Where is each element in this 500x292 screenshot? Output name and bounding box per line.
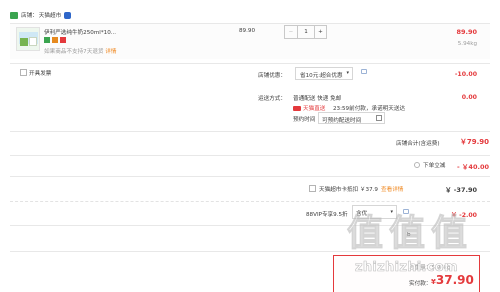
store-icon xyxy=(10,11,18,19)
card-discount-label: 天猫超市卡抵扣 ￥37.9 xyxy=(319,187,378,193)
card-discount-detail-link[interactable]: 查看详情 xyxy=(381,185,403,193)
store-promo-select[interactable]: 省10元:超合优惠 ▾ xyxy=(295,67,353,80)
invoice-checkbox[interactable] xyxy=(20,69,27,76)
calendar-icon[interactable] xyxy=(376,115,382,121)
vip-discount-label: 88VIP专享9.5折 xyxy=(306,212,348,218)
appointment-time-placeholder: 可预约配送时间 xyxy=(322,118,362,124)
note-suffix: 不支持7天退货 xyxy=(66,49,104,55)
instant-discount-check-icon xyxy=(414,162,420,168)
card-discount-amount: ￥ -37.90 xyxy=(444,186,477,194)
product-thumbnail[interactable] xyxy=(16,27,40,51)
store-label: 店铺： xyxy=(21,13,38,19)
store-name-link[interactable]: 天猫超市 xyxy=(39,11,61,19)
service-badges xyxy=(44,37,66,43)
product-title-link[interactable]: 伊利严选纯牛奶250ml*10... xyxy=(44,28,116,36)
quantity-plus-button[interactable]: + xyxy=(314,26,326,38)
store-header: 店铺： 天猫超市 xyxy=(10,9,72,21)
chat-icon[interactable] xyxy=(64,11,72,19)
paid-label: 实付款： xyxy=(409,281,432,287)
quantity-minus-button[interactable]: − xyxy=(285,26,298,38)
invoice-label: 开具发票 xyxy=(29,71,52,77)
return-detail-link[interactable]: 详情 xyxy=(105,49,116,55)
watermark-site: zhizhizhi.com xyxy=(355,260,458,276)
store-total-label: 店铺合计(含运费) xyxy=(396,141,440,147)
instant-discount-label: 下单立减 xyxy=(423,163,446,169)
item-weight: 5.94kg xyxy=(457,41,477,47)
watermark-char: 值 xyxy=(346,213,384,254)
promo-info-icon[interactable] xyxy=(361,69,367,74)
watermark-logo: 值 值 值 xyxy=(346,213,468,254)
note-prefix: 如果商品 xyxy=(44,49,67,55)
tmall-direct-badge: 天猫直送 xyxy=(293,104,325,112)
instant-discount-row: 下单立减 xyxy=(414,161,445,169)
watermark-char: 值 xyxy=(389,213,426,254)
paid-amount: ¥37.90 xyxy=(431,273,474,287)
quantity-stepper[interactable]: − 1 + xyxy=(284,25,327,39)
store-promo-label: 店铺优惠： xyxy=(258,73,286,79)
watermark-char: 值 xyxy=(431,213,468,254)
return-note: 如果商品不支持7天退货 详情 xyxy=(44,47,117,55)
credit-card-icon xyxy=(52,37,58,43)
instant-discount-amount: - ￥40.00 xyxy=(456,163,489,171)
shipping-amount: 0.00 xyxy=(461,94,477,101)
service-icon xyxy=(44,37,50,43)
shipping-label: 运送方式： xyxy=(258,96,286,102)
tmall-badge-text: 天猫直送 xyxy=(303,106,326,112)
store-promo-select-value: 省10元:超合优惠 xyxy=(300,73,343,79)
shipping-method: 普通配送 快递 免邮 xyxy=(293,96,342,102)
unit-price: 89.90 xyxy=(239,28,256,34)
appointment-time-input[interactable]: 可预约配送时间 xyxy=(318,112,385,124)
store-total-amount: ￥79.90 xyxy=(459,138,489,146)
delivery-promise: 23:59前付款，承诺明天送达 xyxy=(333,106,406,112)
paid-amount-value: 37.90 xyxy=(435,273,474,287)
chevron-down-icon: ▾ xyxy=(346,70,349,76)
store-promo-amount: -10.00 xyxy=(454,71,477,78)
card-discount-checkbox[interactable] xyxy=(309,185,316,192)
appointment-time-label: 预约时间 xyxy=(293,117,316,123)
flag-icon xyxy=(60,37,66,43)
tmall-logo-icon xyxy=(293,105,301,111)
item-subtotal: 89.90 xyxy=(456,28,477,36)
quantity-input[interactable]: 1 xyxy=(298,26,314,38)
